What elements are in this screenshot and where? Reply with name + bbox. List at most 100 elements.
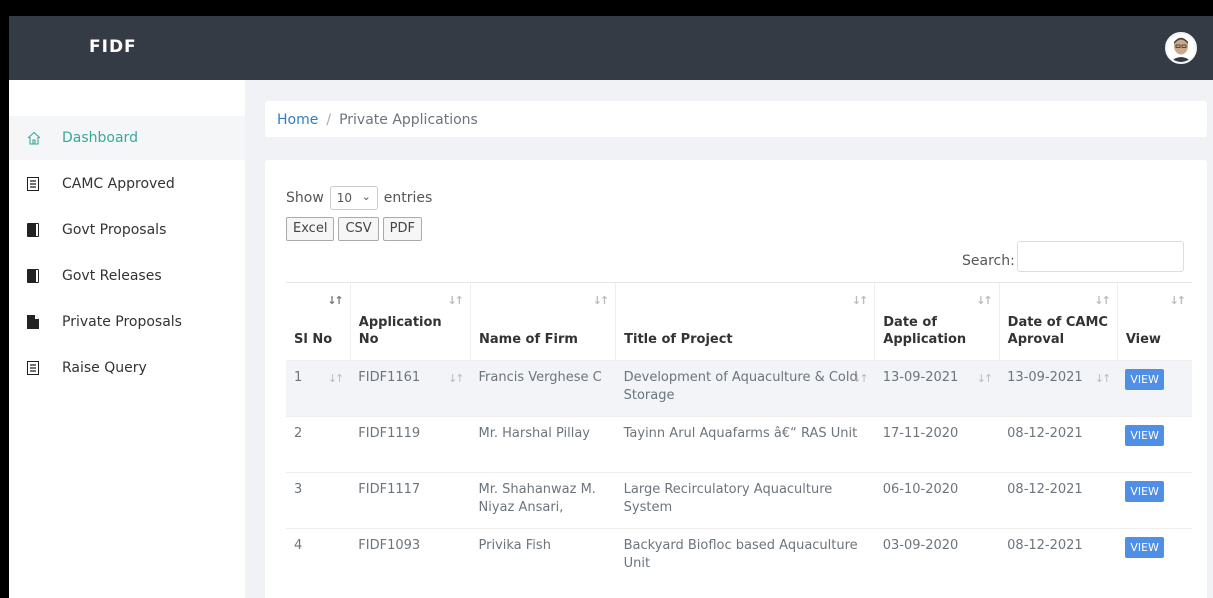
breadcrumb-home-link[interactable]: Home xyxy=(277,112,318,128)
view-button[interactable]: VIEW xyxy=(1125,369,1164,390)
sort-icon: ↓↑ xyxy=(976,372,994,385)
column-header-sl-no[interactable]: ↓↑ Sl No xyxy=(286,282,351,361)
sidebar-item-dashboard[interactable]: Dashboard xyxy=(9,116,245,160)
sort-icon: ↓↑ xyxy=(448,372,465,385)
cell-title-of-project: Tayinn Arul Aquafarms â€“ RAS Unit xyxy=(615,416,875,473)
column-header-label: Name of Firm xyxy=(479,332,578,347)
table-row: 4 FIDF1093 Privika Fish Backyard Biofloc… xyxy=(286,528,1192,585)
cell-view: VIEW xyxy=(1117,528,1192,585)
entries-select[interactable]: 10 ⌄ xyxy=(329,186,378,210)
column-header-date-of-application[interactable]: ↓↑ Date of Application xyxy=(874,282,1000,361)
cell-date-of-application: 03-09-2020 xyxy=(874,528,1000,585)
book-icon xyxy=(27,223,39,237)
cell-text: 06-10-2020 xyxy=(882,482,959,497)
cell-text: 03-09-2020 xyxy=(882,538,959,553)
column-header-view[interactable]: ↓↑ View xyxy=(1117,282,1192,361)
cell-text: FIDF1119 xyxy=(358,426,421,441)
cell-text: Backyard Biofloc based Aquaculture Unit xyxy=(623,538,858,571)
sidebar-item-label: Raise Query xyxy=(62,360,147,376)
search-label: Search: xyxy=(962,253,1015,269)
sort-icon: ↓↑ xyxy=(447,294,465,307)
cell-text: Large Recirculatory Aquaculture System xyxy=(623,482,833,515)
cell-sl-no: 1 ↓↑ xyxy=(286,360,351,417)
column-header-label: Date of Application xyxy=(883,315,967,347)
home-icon xyxy=(27,131,41,145)
cell-sl-no: 4 xyxy=(286,528,351,585)
cell-date-of-camc: 08-12-2021 xyxy=(999,416,1118,473)
table-row: 3 FIDF1117 Mr. Shahanwaz M. Niyaz Ansari… xyxy=(286,472,1192,529)
entries-control: Show 10 ⌄ entries xyxy=(286,186,432,210)
sidebar-item-label: Govt Proposals xyxy=(62,222,167,238)
cell-date-of-camc: 08-12-2021 xyxy=(999,528,1118,585)
cell-name-of-firm: Mr. Shahanwaz M. Niyaz Ansari, xyxy=(470,472,616,529)
breadcrumb-current: Private Applications xyxy=(339,112,478,128)
cell-text: FIDF1117 xyxy=(358,482,421,497)
sort-icon: ↓↑ xyxy=(976,294,993,307)
list-icon xyxy=(27,177,39,191)
sidebar-item-label: Dashboard xyxy=(62,130,138,146)
cell-view: VIEW xyxy=(1117,472,1192,529)
sidebar-item-govt-releases[interactable]: Govt Releases xyxy=(9,254,245,298)
sidebar-item-label: Govt Releases xyxy=(62,268,162,284)
search-input[interactable] xyxy=(1017,241,1184,272)
sidebar: Dashboard CAMC Approved Govt Proposals G… xyxy=(9,80,245,598)
view-button[interactable]: VIEW xyxy=(1125,481,1164,502)
view-button[interactable]: VIEW xyxy=(1125,537,1164,558)
table-row: 1 ↓↑ FIDF1161 ↓↑ Francis Verghese C Develo… xyxy=(286,360,1192,417)
sidebar-item-govt-proposals[interactable]: Govt Proposals xyxy=(9,208,245,252)
cell-text: 08-12-2021 xyxy=(1007,538,1083,553)
table-header-row: ↓↑ Sl No ↓↑ Application No ↓↑ Name of Firm … xyxy=(286,282,1192,361)
cell-name-of-firm: Privika Fish xyxy=(470,528,616,585)
main-content: Home / Private Applications Show 10 ⌄ entr… xyxy=(245,80,1213,598)
column-header-title-of-project[interactable]: ↓↑ Title of Project xyxy=(615,282,876,361)
cell-title-of-project: Development of Aquaculture & Cold Storag… xyxy=(615,360,875,417)
sort-icon: ↓↑ xyxy=(851,294,869,307)
view-button[interactable]: VIEW xyxy=(1125,425,1164,446)
cell-date-of-application: 06-10-2020 xyxy=(874,472,1000,529)
cell-text: 17-11-2020 xyxy=(882,426,959,441)
app-window: FIDF Dashboard CAMC Approved Govt Propos… xyxy=(9,16,1213,598)
column-header-label: Title of Project xyxy=(624,332,733,347)
csv-button[interactable]: CSV xyxy=(338,217,379,241)
pdf-button[interactable]: PDF xyxy=(382,217,422,241)
column-header-name-of-firm[interactable]: ↓↑ Name of Firm xyxy=(470,282,617,361)
cell-name-of-firm: Francis Verghese C xyxy=(470,360,616,417)
entries-select-value: 10 xyxy=(336,191,353,205)
sidebar-item-raise-query[interactable]: Raise Query xyxy=(9,346,245,390)
column-header-date-of-camc-aproval[interactable]: ↓↑ Date of CAMC Aproval xyxy=(999,282,1118,361)
cell-text: Development of Aquaculture & Cold Storag… xyxy=(623,370,858,403)
cell-text: 08-12-2021 xyxy=(1007,482,1083,497)
sort-icon: ↓↑ xyxy=(1169,294,1187,307)
cell-text: Francis Verghese C xyxy=(478,370,602,385)
sort-icon: ↓↑ xyxy=(327,372,345,385)
excel-button[interactable]: Excel xyxy=(286,217,335,241)
cell-text: 13-09-2021 xyxy=(882,370,959,385)
cell-application-no: FIDF1161 ↓↑ xyxy=(350,360,471,417)
cell-date-of-application: 17-11-2020 xyxy=(874,416,1000,473)
cell-title-of-project: Large Recirculatory Aquaculture System xyxy=(615,472,875,529)
column-header-label: View xyxy=(1125,332,1161,347)
user-avatar[interactable] xyxy=(1165,32,1197,64)
sort-icon: ↓↑ xyxy=(1094,372,1112,385)
sidebar-item-label: CAMC Approved xyxy=(62,176,175,192)
cell-text: Privika Fish xyxy=(478,538,551,553)
cell-view: VIEW xyxy=(1117,416,1192,473)
cell-text: Mr. Harshal Pillay xyxy=(478,426,591,441)
cell-text: 13-09-2021 xyxy=(1007,370,1083,385)
cell-text: Mr. Shahanwaz M. Niyaz Ansari, xyxy=(478,482,596,515)
sidebar-item-camc-approved[interactable]: CAMC Approved xyxy=(9,162,245,206)
cell-sl-no: 2 xyxy=(286,416,351,473)
cell-text: FIDF1161 xyxy=(358,370,421,385)
sidebar-item-private-proposals[interactable]: Private Proposals xyxy=(9,300,245,344)
cell-text: Tayinn Arul Aquafarms â€“ RAS Unit xyxy=(623,426,858,441)
sort-asc-icon: ↓↑ xyxy=(327,294,344,307)
column-header-label: Application No xyxy=(358,315,442,347)
top-navbar: FIDF xyxy=(9,16,1213,80)
brand-logo[interactable]: FIDF xyxy=(89,37,137,57)
cell-date-of-application: 13-09-2021 ↓↑ xyxy=(874,360,1000,417)
breadcrumb: Home / Private Applications xyxy=(265,101,1207,137)
cell-date-of-camc: 13-09-2021 ↓↑ xyxy=(999,360,1118,417)
sidebar-item-label: Private Proposals xyxy=(62,314,182,330)
sort-icon: ↓↑ xyxy=(1094,294,1111,307)
column-header-application-no[interactable]: ↓↑ Application No xyxy=(350,282,472,361)
